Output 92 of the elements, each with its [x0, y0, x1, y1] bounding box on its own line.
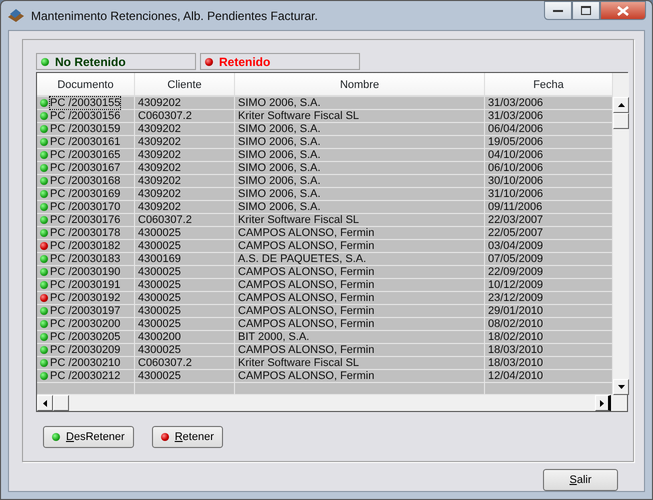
table-cell: SIMO 2006, S.A.	[235, 175, 485, 187]
table-cell: PC /20030165	[50, 149, 120, 161]
close-icon	[617, 6, 629, 16]
table-cell: SIMO 2006, S.A.	[235, 136, 485, 148]
table-cell: PC /20030155	[50, 97, 120, 109]
table-cell: CAMPOS ALONSO, Fermin	[235, 227, 485, 239]
legend-label: Retenido	[219, 54, 270, 70]
table-cell: 4300025	[135, 292, 235, 304]
legend-label: No Retenido	[55, 54, 126, 70]
table-cell: Kriter Software Fiscal SL	[235, 214, 485, 226]
table-cell: PC /20030156	[50, 110, 120, 122]
window-title: Mantenimento Retenciones, Alb. Pendientes Facturar.	[31, 8, 318, 24]
table-cell: CAMPOS ALONSO, Fermin	[235, 292, 485, 304]
table-cell: Kriter Software Fiscal SL	[235, 110, 485, 122]
maximize-icon	[581, 6, 591, 15]
table-cell: PC /20030209	[50, 344, 120, 356]
table-cell: PC /20030159	[50, 123, 120, 135]
table-cell: PC /20030192	[50, 292, 120, 304]
table-cell: 4300169	[135, 253, 235, 265]
down-arrow-icon	[618, 385, 624, 389]
table-cell: A.S. DE PAQUETES, S.A.	[235, 253, 485, 265]
table-cell: 4300025	[135, 318, 235, 330]
table-cell: PC /20030161	[50, 136, 120, 148]
table-cell: PC /20030183	[50, 253, 120, 265]
table-cell: CAMPOS ALONSO, Fermin	[235, 370, 485, 382]
maximize-button[interactable]	[572, 1, 600, 20]
table-cell: 4309202	[135, 175, 235, 187]
table-cell: PC /20030168	[50, 175, 120, 187]
scrollbar-thumb[interactable]	[613, 113, 629, 129]
table-cell: 4300025	[135, 370, 235, 382]
column-header[interactable]: Nombre	[235, 73, 485, 95]
table-cell: 4300025	[135, 344, 235, 356]
table-cell: C060307.2	[135, 357, 235, 369]
minimize-icon	[553, 8, 563, 12]
table-cell: CAMPOS ALONSO, Fermin	[235, 344, 485, 356]
scroll-up-button[interactable]	[613, 97, 629, 113]
table-cell: PC /20030169	[50, 188, 120, 200]
table-cell: 4300025	[135, 227, 235, 239]
scroll-left-button[interactable]	[37, 395, 53, 411]
table-cell: 4309202	[135, 123, 235, 135]
table-cell: Kriter Software Fiscal SL	[235, 357, 485, 369]
scroll-down-button[interactable]	[613, 379, 629, 395]
table-cell: CAMPOS ALONSO, Fermin	[235, 240, 485, 252]
right-arrow-icon	[600, 400, 604, 406]
column-header[interactable]: Cliente	[135, 73, 235, 95]
table-cell: SIMO 2006, S.A.	[235, 123, 485, 135]
table-cell: 4309202	[135, 201, 235, 213]
table-cell: PC /20030212	[50, 370, 120, 382]
table-cell: SIMO 2006, S.A.	[235, 149, 485, 161]
table-cell: SIMO 2006, S.A.	[235, 201, 485, 213]
column-header[interactable]: Documento	[37, 73, 135, 95]
left-arrow-icon	[43, 400, 47, 406]
table-cell: C060307.2	[135, 214, 235, 226]
exit-button[interactable]: Salir	[543, 469, 618, 491]
table-cell: 4309202	[135, 136, 235, 148]
table-cell: 4300025	[135, 240, 235, 252]
table-cell: PC /20030190	[50, 266, 120, 278]
table-cell: SIMO 2006, S.A.	[235, 162, 485, 174]
table-cell: CAMPOS ALONSO, Fermin	[235, 279, 485, 291]
table-cell: PC /20030210	[50, 357, 120, 369]
table-cell: C060307.2	[135, 110, 235, 122]
table-cell: SIMO 2006, S.A.	[235, 97, 485, 109]
table-cell: PC /20030205	[50, 331, 120, 343]
minimize-button[interactable]	[544, 1, 572, 20]
action-button[interactable]: Retener	[152, 426, 223, 448]
scrollbar-thumb[interactable]	[53, 395, 69, 411]
table-cell: PC /20030182	[50, 240, 120, 252]
table-cell: 4300025	[135, 305, 235, 317]
action-button[interactable]: DesRetener	[43, 426, 134, 448]
table-cell: SIMO 2006, S.A.	[235, 188, 485, 200]
close-button[interactable]	[600, 1, 646, 20]
table-cell: 4309202	[135, 149, 235, 161]
app-icon	[7, 8, 25, 24]
table-cell: PC /20030178	[50, 227, 120, 239]
table-cell: 4309202	[135, 188, 235, 200]
table-cell: 4300025	[135, 279, 235, 291]
table-cell: PC /20030167	[50, 162, 120, 174]
table-cell: CAMPOS ALONSO, Fermin	[235, 305, 485, 317]
table-cell: 4309202	[135, 97, 235, 109]
scroll-right-button[interactable]	[595, 395, 611, 411]
table-cell: PC /20030191	[50, 279, 120, 291]
table-cell: PC /20030200	[50, 318, 120, 330]
table-cell: BIT 2000, S.A.	[235, 331, 485, 343]
up-arrow-icon	[618, 103, 624, 107]
table-cell: PC /20030170	[50, 201, 120, 213]
table-cell: CAMPOS ALONSO, Fermin	[235, 318, 485, 330]
table-cell: PC /20030176	[50, 214, 120, 226]
table-cell: 4309202	[135, 162, 235, 174]
table-cell: CAMPOS ALONSO, Fermin	[235, 266, 485, 278]
table-cell: 4300200	[135, 331, 235, 343]
table-cell: 4300025	[135, 266, 235, 278]
table-cell: PC /20030197	[50, 305, 120, 317]
